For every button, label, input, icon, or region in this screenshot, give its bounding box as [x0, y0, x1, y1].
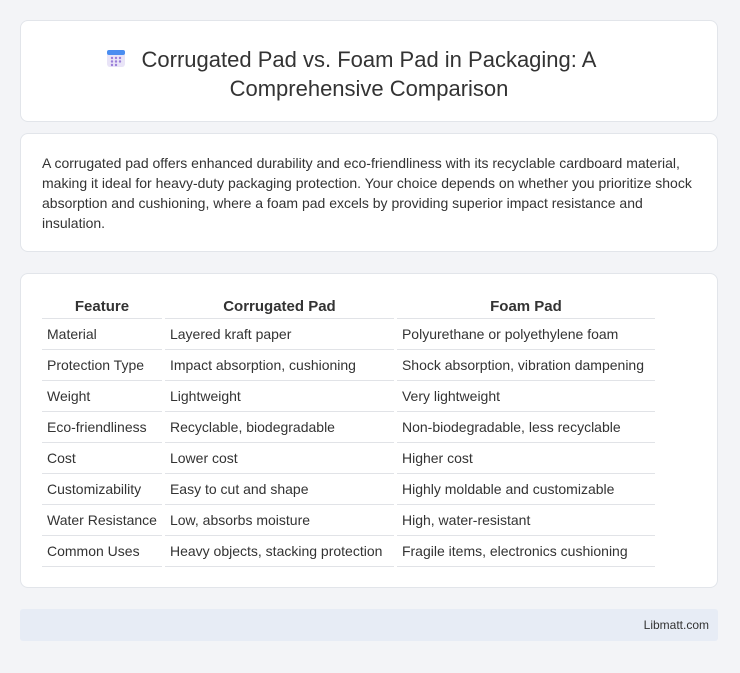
- title-line-2: Comprehensive Comparison: [229, 76, 509, 101]
- cell-corrugated: Lower cost: [164, 443, 394, 474]
- cell-feature: Material: [42, 319, 162, 350]
- table-row: Customizability Easy to cut and shape Hi…: [42, 474, 655, 505]
- footer-site-link[interactable]: Libmatt.com: [644, 618, 709, 632]
- cell-foam: Highly moldable and customizable: [396, 474, 655, 505]
- cell-corrugated: Impact absorption, cushioning: [164, 350, 394, 381]
- cell-feature: Eco-friendliness: [42, 412, 162, 443]
- page-title: Corrugated Pad vs. Foam Pad in Packaging…: [21, 45, 717, 103]
- cell-corrugated: Easy to cut and shape: [164, 474, 394, 505]
- table-header-row: Feature Corrugated Pad Foam Pad: [42, 295, 655, 319]
- cell-feature: Protection Type: [42, 350, 162, 381]
- cell-foam: High, water-resistant: [396, 505, 655, 536]
- table-row: Eco-friendliness Recyclable, biodegradab…: [42, 412, 655, 443]
- summary-card: A corrugated pad offers enhanced durabil…: [20, 133, 718, 252]
- cell-feature: Common Uses: [42, 536, 162, 567]
- title-card: Corrugated Pad vs. Foam Pad in Packaging…: [20, 20, 718, 122]
- table-row: Material Layered kraft paper Polyurethan…: [42, 319, 655, 350]
- table-row: Weight Lightweight Very lightweight: [42, 381, 655, 412]
- cell-foam: Shock absorption, vibration dampening: [396, 350, 655, 381]
- footer: Libmatt.com: [20, 609, 718, 641]
- cell-corrugated: Low, absorbs moisture: [164, 505, 394, 536]
- cell-feature: Cost: [42, 443, 162, 474]
- header-corrugated-pad: Corrugated Pad: [164, 295, 394, 319]
- header-foam-pad: Foam Pad: [396, 295, 655, 319]
- cell-foam: Polyurethane or polyethylene foam: [396, 319, 655, 350]
- cell-corrugated: Lightweight: [164, 381, 394, 412]
- table-row: Cost Lower cost Higher cost: [42, 443, 655, 474]
- comparison-card: Feature Corrugated Pad Foam Pad Material…: [20, 273, 718, 588]
- cell-foam: Non-biodegradable, less recyclable: [396, 412, 655, 443]
- cell-feature: Weight: [42, 381, 162, 412]
- cell-corrugated: Layered kraft paper: [164, 319, 394, 350]
- comparison-table: Feature Corrugated Pad Foam Pad Material…: [39, 295, 658, 567]
- cell-foam: Very lightweight: [396, 381, 655, 412]
- table-row: Water Resistance Low, absorbs moisture H…: [42, 505, 655, 536]
- cell-feature: Water Resistance: [42, 505, 162, 536]
- header-feature: Feature: [42, 295, 162, 319]
- cell-foam: Fragile items, electronics cushioning: [396, 536, 655, 567]
- cell-feature: Customizability: [42, 474, 162, 505]
- table-row: Protection Type Impact absorption, cushi…: [42, 350, 655, 381]
- summary-text: A corrugated pad offers enhanced durabil…: [42, 155, 692, 231]
- cell-corrugated: Heavy objects, stacking protection: [164, 536, 394, 567]
- calendar-icon: [107, 50, 125, 67]
- cell-corrugated: Recyclable, biodegradable: [164, 412, 394, 443]
- cell-foam: Higher cost: [396, 443, 655, 474]
- table-row: Common Uses Heavy objects, stacking prot…: [42, 536, 655, 567]
